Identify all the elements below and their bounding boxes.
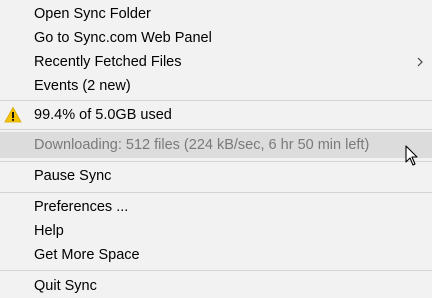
menu-item-get-more-space[interactable]: Get More Space [0,243,432,267]
context-menu: Open Sync Folder Go to Sync.com Web Pane… [0,0,432,298]
menu-item-events[interactable]: Events (2 new) [0,74,432,98]
menu-item-open-sync-folder[interactable]: Open Sync Folder [0,2,432,26]
menu-separator [0,161,432,162]
menu-item-help[interactable]: Help [0,219,432,243]
menu-item-label: Go to Sync.com Web Panel [34,30,212,46]
menu-item-label: Downloading: 512 files (224 kB/sec, 6 hr… [34,137,370,153]
menu-item-label: Open Sync Folder [34,6,151,22]
menu-item-web-panel[interactable]: Go to Sync.com Web Panel [0,26,432,50]
menu-item-recently-fetched-files[interactable]: Recently Fetched Files [0,50,432,74]
menu-item-label: Quit Sync [34,278,97,294]
menu-separator [0,129,432,130]
menu-item-preferences[interactable]: Preferences ... [0,195,432,219]
menu-item-label: Get More Space [34,247,140,263]
menu-item-label: 99.4% of 5.0GB used [34,107,172,123]
menu-item-label: Preferences ... [34,199,129,215]
menu-item-quit-sync[interactable]: Quit Sync [0,274,432,298]
menu-separator [0,100,432,101]
menu-item-label: Events (2 new) [34,78,131,94]
menu-item-storage-usage[interactable]: 99.4% of 5.0GB used [0,103,432,127]
menu-separator [0,270,432,271]
menu-item-download-status: Downloading: 512 files (224 kB/sec, 6 hr… [0,132,432,158]
menu-item-label: Help [34,223,64,239]
menu-item-pause-sync[interactable]: Pause Sync [0,164,432,188]
mouse-cursor-icon [405,145,419,167]
menu-separator [0,192,432,193]
warning-icon [4,106,22,124]
menu-item-label: Pause Sync [34,168,112,184]
menu-item-label: Recently Fetched Files [34,54,182,70]
chevron-right-icon [414,50,426,74]
